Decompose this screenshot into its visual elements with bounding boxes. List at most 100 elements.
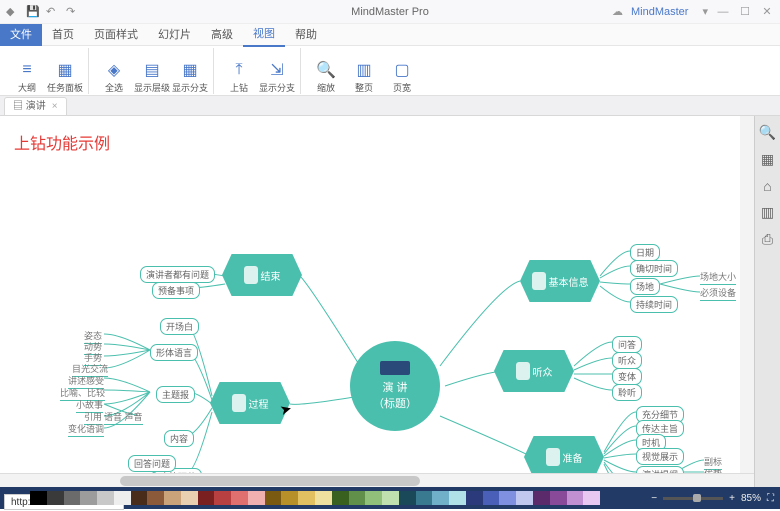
btn-outline[interactable]: ≡大纲	[10, 50, 44, 94]
node-basic[interactable]: 基本信息	[520, 260, 600, 302]
btn-showlevel[interactable]: ▤显示层级	[135, 50, 169, 94]
tab-advanced[interactable]: 高级	[201, 24, 243, 46]
mm-logo-icon[interactable]: ◆	[6, 5, 20, 19]
sub-a4[interactable]: 聆听	[612, 384, 642, 401]
swatch[interactable]	[248, 491, 265, 505]
btn-drillup[interactable]: ⤒上钻	[222, 50, 256, 94]
swatch[interactable]	[131, 491, 148, 505]
minimize-icon[interactable]: —	[716, 6, 730, 18]
tab-file[interactable]: 文件	[0, 24, 42, 46]
sub-a3[interactable]: 变体	[612, 368, 642, 385]
sub-p2[interactable]: 形体语言	[150, 344, 198, 361]
tab-view[interactable]: 视图	[243, 23, 285, 47]
sub-end-q[interactable]: 演讲者都有问题	[140, 266, 215, 283]
sub-p5a[interactable]: 回答问题	[128, 455, 176, 472]
btn-drilldown[interactable]: ⇲显示分支	[260, 50, 294, 94]
export-icon[interactable]: ⎙	[762, 231, 773, 248]
swatch[interactable]	[64, 491, 81, 505]
sub-a2[interactable]: 听众	[612, 352, 642, 369]
btn-zoom[interactable]: 🔍缩放	[309, 50, 343, 94]
leaf-p3e[interactable]: 变化语调	[68, 422, 104, 437]
swatch[interactable]	[298, 491, 315, 505]
swatch[interactable]	[164, 491, 181, 505]
swatch[interactable]	[466, 491, 483, 505]
swatch[interactable]	[483, 491, 500, 505]
close-icon[interactable]: ✕	[760, 5, 774, 18]
doc-tab[interactable]: ▤ 演讲×	[4, 97, 67, 115]
sub-p1[interactable]: 开场白	[160, 318, 199, 335]
swatch[interactable]	[516, 491, 533, 505]
swatch[interactable]	[399, 491, 416, 505]
swatch[interactable]	[583, 491, 600, 505]
btn-taskpanel[interactable]: ▦任务面板	[48, 50, 82, 94]
swatch[interactable]	[499, 491, 516, 505]
btn-showbranch[interactable]: ▦显示分支	[173, 50, 207, 94]
swatch[interactable]	[432, 491, 449, 505]
sub-b4[interactable]: 持续时间	[630, 296, 678, 313]
btn-fitwidth[interactable]: ▢页宽	[385, 50, 419, 94]
doc-tab-close-icon[interactable]: ×	[52, 101, 58, 112]
sub-b2[interactable]: 确切时间	[630, 260, 678, 277]
swatch[interactable]	[80, 491, 97, 505]
scroll-thumb[interactable]	[120, 476, 420, 486]
sub-b1[interactable]: 日期	[630, 244, 660, 261]
swatch[interactable]	[114, 491, 131, 505]
tab-home[interactable]: 首页	[42, 24, 84, 46]
swatch[interactable]	[315, 491, 332, 505]
horizontal-scrollbar[interactable]	[0, 473, 754, 487]
swatch[interactable]	[567, 491, 584, 505]
maximize-icon[interactable]: ☐	[738, 5, 752, 18]
mindmap-canvas[interactable]: 上钻功能示例 演 讲 （标题） 结束 过程 基本信息 听众 准备 演讲者都有问题…	[0, 116, 754, 473]
swatch[interactable]	[47, 491, 64, 505]
swatch[interactable]	[30, 491, 47, 505]
swatch[interactable]	[533, 491, 550, 505]
btn-fitpage[interactable]: ▥整页	[347, 50, 381, 94]
format-icon[interactable]: ▦	[761, 151, 774, 168]
swatch[interactable]	[382, 491, 399, 505]
redo-icon[interactable]: ↷	[66, 5, 80, 19]
undo-icon[interactable]: ↶	[46, 5, 60, 19]
swatch[interactable]	[332, 491, 349, 505]
sub-b3[interactable]: 场地	[630, 278, 660, 295]
swatch[interactable]	[550, 491, 567, 505]
dropdown-icon[interactable]: ▾	[702, 5, 708, 18]
node-prepare[interactable]: 准备	[524, 436, 604, 473]
leaf-b3b[interactable]: 必须设备	[700, 286, 736, 301]
node-process[interactable]: 过程	[210, 382, 290, 424]
tab-slideshow[interactable]: 幻灯片	[148, 24, 201, 46]
sub-pr5[interactable]: 演讲提纲	[636, 466, 684, 473]
library-icon[interactable]: ▥	[761, 204, 774, 221]
tab-page-style[interactable]: 页面样式	[84, 24, 148, 46]
brand-link[interactable]: MindMaster	[631, 6, 688, 18]
search-icon[interactable]: 🔍	[759, 124, 776, 141]
leaf-b3a[interactable]: 场地大小	[700, 270, 736, 285]
swatch[interactable]	[349, 491, 366, 505]
swatch[interactable]	[281, 491, 298, 505]
tab-help[interactable]: 帮助	[285, 24, 327, 46]
vertical-scrollbar[interactable]	[740, 116, 754, 473]
swatch[interactable]	[365, 491, 382, 505]
btn-selectall[interactable]: ◈全选	[97, 50, 131, 94]
zoom-slider[interactable]	[663, 497, 723, 500]
sub-a1[interactable]: 问答	[612, 336, 642, 353]
central-topic[interactable]: 演 讲 （标题）	[350, 341, 440, 431]
cloud-icon[interactable]: ☁	[612, 5, 623, 18]
leaf-p3f[interactable]: 语音 声音	[104, 410, 143, 425]
node-end[interactable]: 结束	[222, 254, 302, 296]
swatch[interactable]	[265, 491, 282, 505]
node-audience[interactable]: 听众	[494, 350, 574, 392]
color-palette[interactable]	[30, 491, 600, 505]
swatch[interactable]	[449, 491, 466, 505]
swatch[interactable]	[214, 491, 231, 505]
home-icon[interactable]: ⌂	[763, 178, 771, 194]
swatch[interactable]	[416, 491, 433, 505]
save-icon[interactable]: 💾	[26, 5, 40, 19]
swatch[interactable]	[147, 491, 164, 505]
swatch[interactable]	[231, 491, 248, 505]
sub-p4[interactable]: 内容	[164, 430, 194, 447]
zoom-in-icon[interactable]: +	[729, 493, 735, 504]
sub-pr4[interactable]: 视觉展示	[636, 448, 684, 465]
sub-p3[interactable]: 主题报	[156, 386, 195, 403]
zoom-out-icon[interactable]: −	[651, 493, 657, 504]
sub-end-a[interactable]: 预备事项	[152, 282, 200, 299]
